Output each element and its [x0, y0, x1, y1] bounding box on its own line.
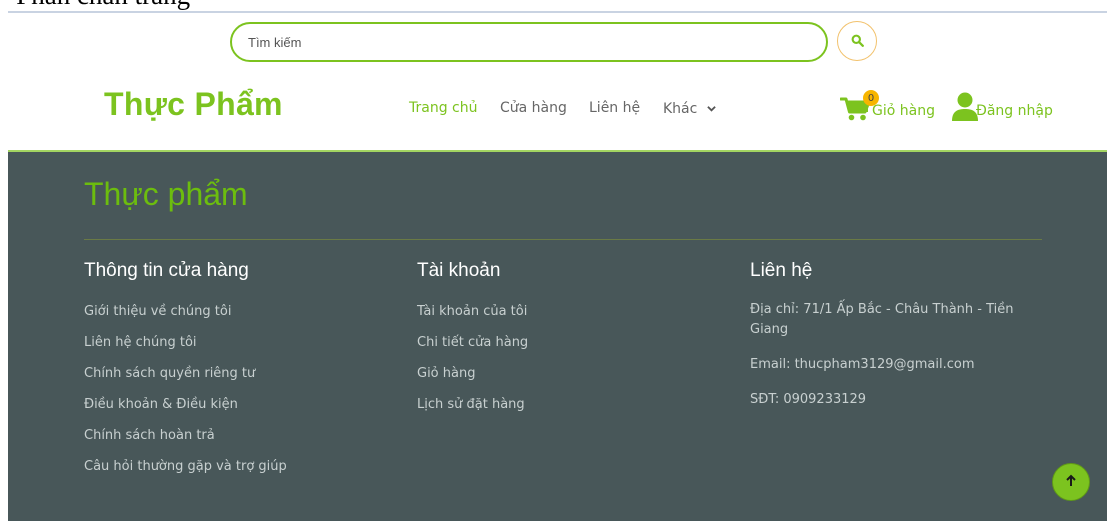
- footer-column-store-info: Thông tin cửa hàng Giới thiệu về chúng t…: [84, 260, 287, 488]
- chevron-down-icon: [707, 100, 716, 116]
- login-label: Đăng nhập: [976, 103, 1053, 119]
- search-input[interactable]: [230, 22, 828, 62]
- footer-link-order-history[interactable]: Lịch sử đặt hàng: [417, 397, 525, 412]
- site-logo[interactable]: Thực Phẩm: [104, 86, 283, 123]
- search-button[interactable]: [837, 21, 877, 61]
- arrow-up-icon: [1064, 473, 1078, 492]
- footer-column-account: Tài khoản Tài khoản của tôi Chi tiết cửa…: [417, 260, 528, 426]
- cart-label: Giỏ hàng: [872, 103, 935, 119]
- contact-phone: SĐT: 0909233129: [750, 392, 867, 407]
- footer-link-privacy[interactable]: Chính sách quyền riêng tư: [84, 366, 255, 381]
- nav-contact-link[interactable]: Liên hệ: [589, 100, 640, 116]
- heading-divider: [8, 11, 1107, 13]
- contact-address: Địa chỉ: 71/1 Ấp Bắc - Châu Thành - Tiền…: [750, 302, 1014, 337]
- back-to-top-button[interactable]: [1052, 463, 1090, 501]
- footer-brand: Thực phẩm: [84, 176, 248, 212]
- user-icon: [952, 92, 978, 126]
- cart-link[interactable]: 0 Giỏ hàng: [839, 90, 940, 126]
- footer-link-terms[interactable]: Điều khoản & Điều kiện: [84, 397, 238, 412]
- nav-more-dropdown[interactable]: Khác: [663, 100, 716, 117]
- footer-link-faq[interactable]: Câu hỏi thường gặp và trợ giúp: [84, 459, 287, 474]
- nav-home-link[interactable]: Trang chủ: [409, 100, 477, 116]
- nav-shop-link[interactable]: Cửa hàng: [500, 100, 567, 116]
- search-icon: [851, 32, 864, 51]
- nav-more-label: Khác: [663, 101, 698, 117]
- login-link[interactable]: Đăng nhập: [952, 92, 1062, 126]
- site-footer: Thực phẩm Thông tin cửa hàng Giới thiệu …: [8, 152, 1107, 521]
- footer-column-title: Liên hệ: [750, 260, 813, 281]
- footer-link-my-account[interactable]: Tài khoản của tôi: [417, 304, 527, 319]
- footer-link-contact-us[interactable]: Liên hệ chúng tôi: [84, 335, 197, 350]
- contact-email: Email: thucpham3129@gmail.com: [750, 357, 975, 372]
- footer-column-title: Thông tin cửa hàng: [84, 260, 249, 281]
- footer-divider: [84, 239, 1042, 240]
- footer-column-contact: Liên hệ Địa chỉ: 71/1 Ấp Bắc - Châu Thàn…: [750, 260, 1030, 425]
- footer-link-refund[interactable]: Chính sách hoàn trả: [84, 428, 215, 443]
- footer-link-about[interactable]: Giới thiệu về chúng tôi: [84, 304, 231, 319]
- footer-column-title: Tài khoản: [417, 260, 501, 281]
- document-heading: • Phần chân trang: [0, 0, 190, 9]
- footer-link-store-details[interactable]: Chi tiết cửa hàng: [417, 335, 528, 350]
- footer-link-cart[interactable]: Giỏ hàng: [417, 366, 475, 381]
